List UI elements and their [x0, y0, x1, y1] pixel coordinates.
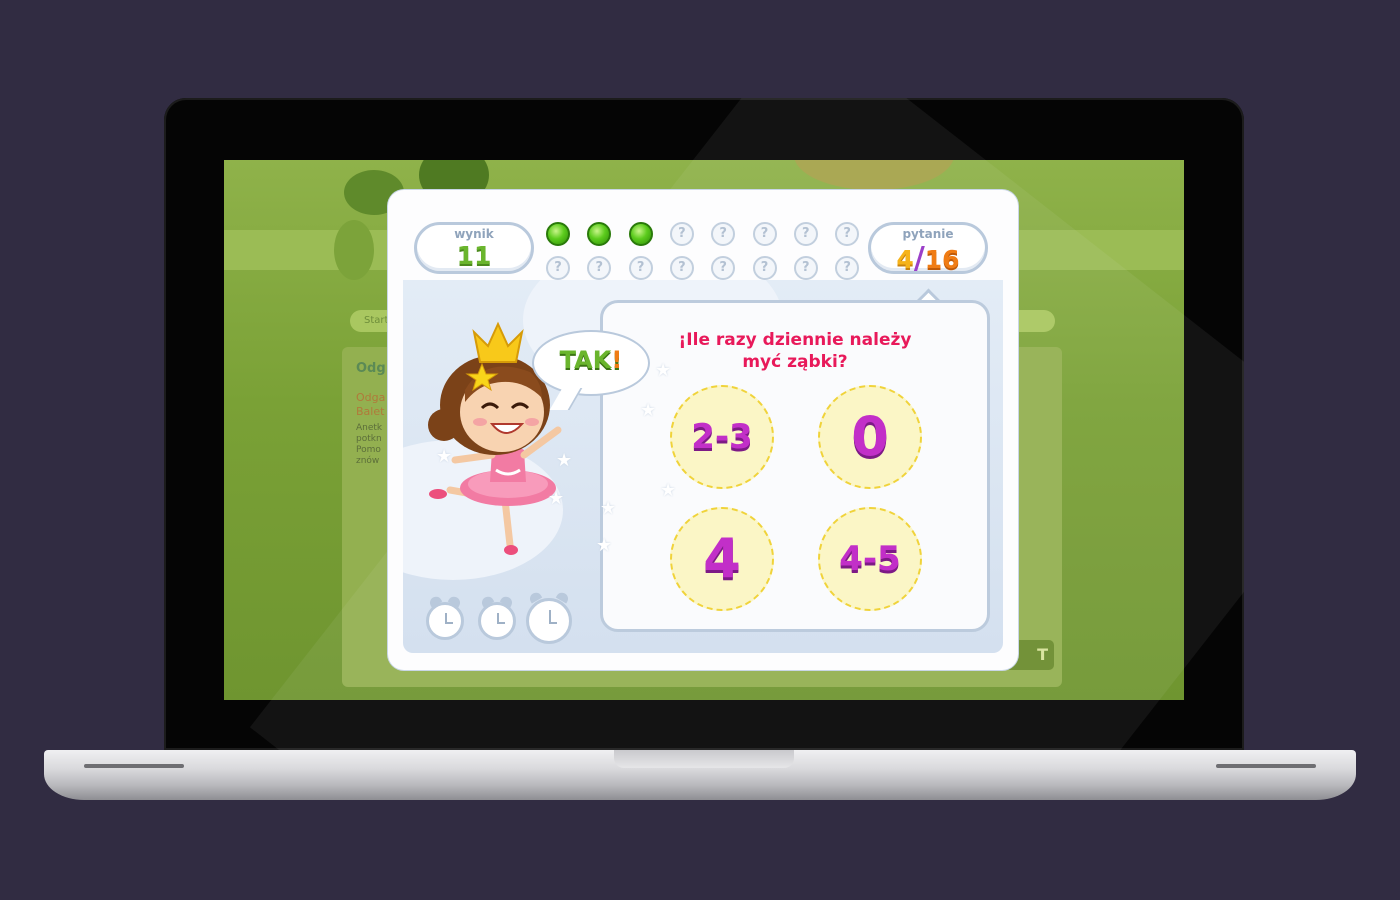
progress-dot-pending: ? [752, 222, 777, 246]
progress-dot-correct [546, 222, 570, 246]
score-label: wynik [454, 227, 494, 241]
counter-current: 4 [896, 245, 914, 274]
progress-dot-pending: ? [711, 222, 736, 246]
background-leaf [794, 160, 954, 190]
progress-dot-pending: ? [669, 256, 694, 280]
progress-dot-pending: ? [752, 256, 777, 280]
progress-dot-pending: ? [835, 256, 860, 280]
score-value: 11 [456, 241, 492, 270]
panel-title: Odg [356, 361, 386, 376]
alarm-clock-icon [478, 602, 516, 640]
answer-option-2[interactable]: 0 [818, 385, 922, 489]
sparkle-icon: ★ [655, 360, 672, 381]
progress-dot-pending: ? [793, 256, 818, 280]
answer-option-3[interactable]: 4 [670, 507, 774, 611]
feedback-bubble: TAK! [532, 330, 650, 410]
answer-option-4[interactable]: 4-5 [818, 507, 922, 611]
progress-dot-pending: ? [835, 222, 860, 246]
progress-dot-pending: ? [669, 222, 694, 246]
progress-dot-pending: ? [711, 256, 736, 280]
sparkle-icon: ★ [640, 400, 657, 421]
progress-dot-pending: ? [628, 256, 653, 280]
laptop-notch [614, 750, 794, 768]
score-box: wynik 11 [414, 222, 534, 274]
nav-text: Start [364, 315, 389, 326]
sparkle-icon: ★ [548, 488, 565, 509]
progress-dot-pending: ? [546, 256, 570, 280]
feedback-word: TAK [559, 346, 612, 374]
counter-value: 4/16 [871, 241, 985, 276]
sparkle-icon: ★ [600, 498, 617, 519]
counter-separator: / [913, 241, 925, 276]
question-line-1: ¡Ile razy dziennie należy [603, 329, 987, 351]
sparkle-icon: ★ [436, 446, 453, 467]
sparkle-icon: ★ [596, 535, 613, 556]
laptop-vent [1216, 764, 1316, 768]
counter-total: 16 [924, 245, 960, 274]
alarm-clock-icon [426, 602, 464, 640]
alarm-clock-icon [526, 598, 572, 644]
sign-text: T [1037, 645, 1048, 664]
laptop-base [44, 750, 1356, 800]
panel-text: Odga Balet [356, 391, 385, 419]
question-line-1-text: Ile razy dziennie należy [686, 330, 912, 350]
counter-label: pytanie [902, 227, 954, 241]
progress-dot-correct [628, 222, 653, 246]
background-leaf [334, 220, 374, 280]
feedback-mark: ! [611, 346, 623, 374]
question-panel: ¡Ile razy dziennie należy myć ząbki? 2-3… [600, 300, 990, 632]
feedback-text: TAK! [534, 346, 648, 374]
progress-dot-pending: ? [793, 222, 818, 246]
answer-option-1[interactable]: 2-3 [670, 385, 774, 489]
question-counter: pytanie 4/16 [868, 222, 988, 276]
panel-text-line: Odga [356, 391, 386, 404]
sparkle-icon: ★ [660, 480, 677, 501]
sparkle-icon: ★ [556, 450, 573, 471]
panel-text-line: Balet [356, 405, 385, 418]
laptop-vent [84, 764, 184, 768]
